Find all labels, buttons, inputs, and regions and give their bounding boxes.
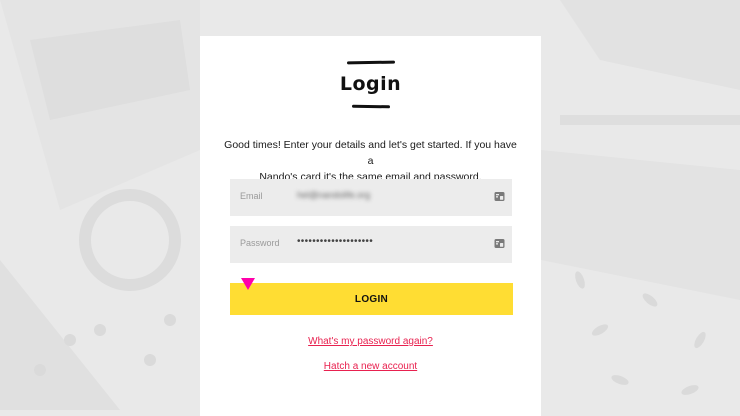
- password-input[interactable]: ••••••••••••••••••••: [297, 236, 477, 250]
- password-field[interactable]: Password ••••••••••••••••••••: [230, 226, 512, 263]
- cursor-marker-icon: [241, 278, 255, 290]
- email-field[interactable]: Email hel@nandolife.org: [230, 179, 512, 216]
- title-underline-bottom: [351, 104, 391, 109]
- keychain-icon[interactable]: [494, 191, 505, 202]
- email-input[interactable]: hel@nandolife.org: [297, 190, 477, 204]
- intro-text: Good times! Enter your details and let's…: [220, 137, 521, 185]
- title-underline-top: [346, 60, 396, 65]
- login-card: Login Good times! Enter your details and…: [200, 36, 541, 416]
- forgot-password-link[interactable]: What's my password again?: [200, 336, 541, 347]
- keychain-icon[interactable]: [494, 238, 505, 249]
- login-button[interactable]: LOGIN: [230, 283, 513, 315]
- intro-line-1: Good times! Enter your details and let's…: [224, 139, 517, 167]
- password-label: Password: [240, 238, 280, 248]
- email-label: Email: [240, 191, 263, 201]
- page-title: Login: [339, 73, 402, 95]
- create-account-link[interactable]: Hatch a new account: [200, 361, 541, 372]
